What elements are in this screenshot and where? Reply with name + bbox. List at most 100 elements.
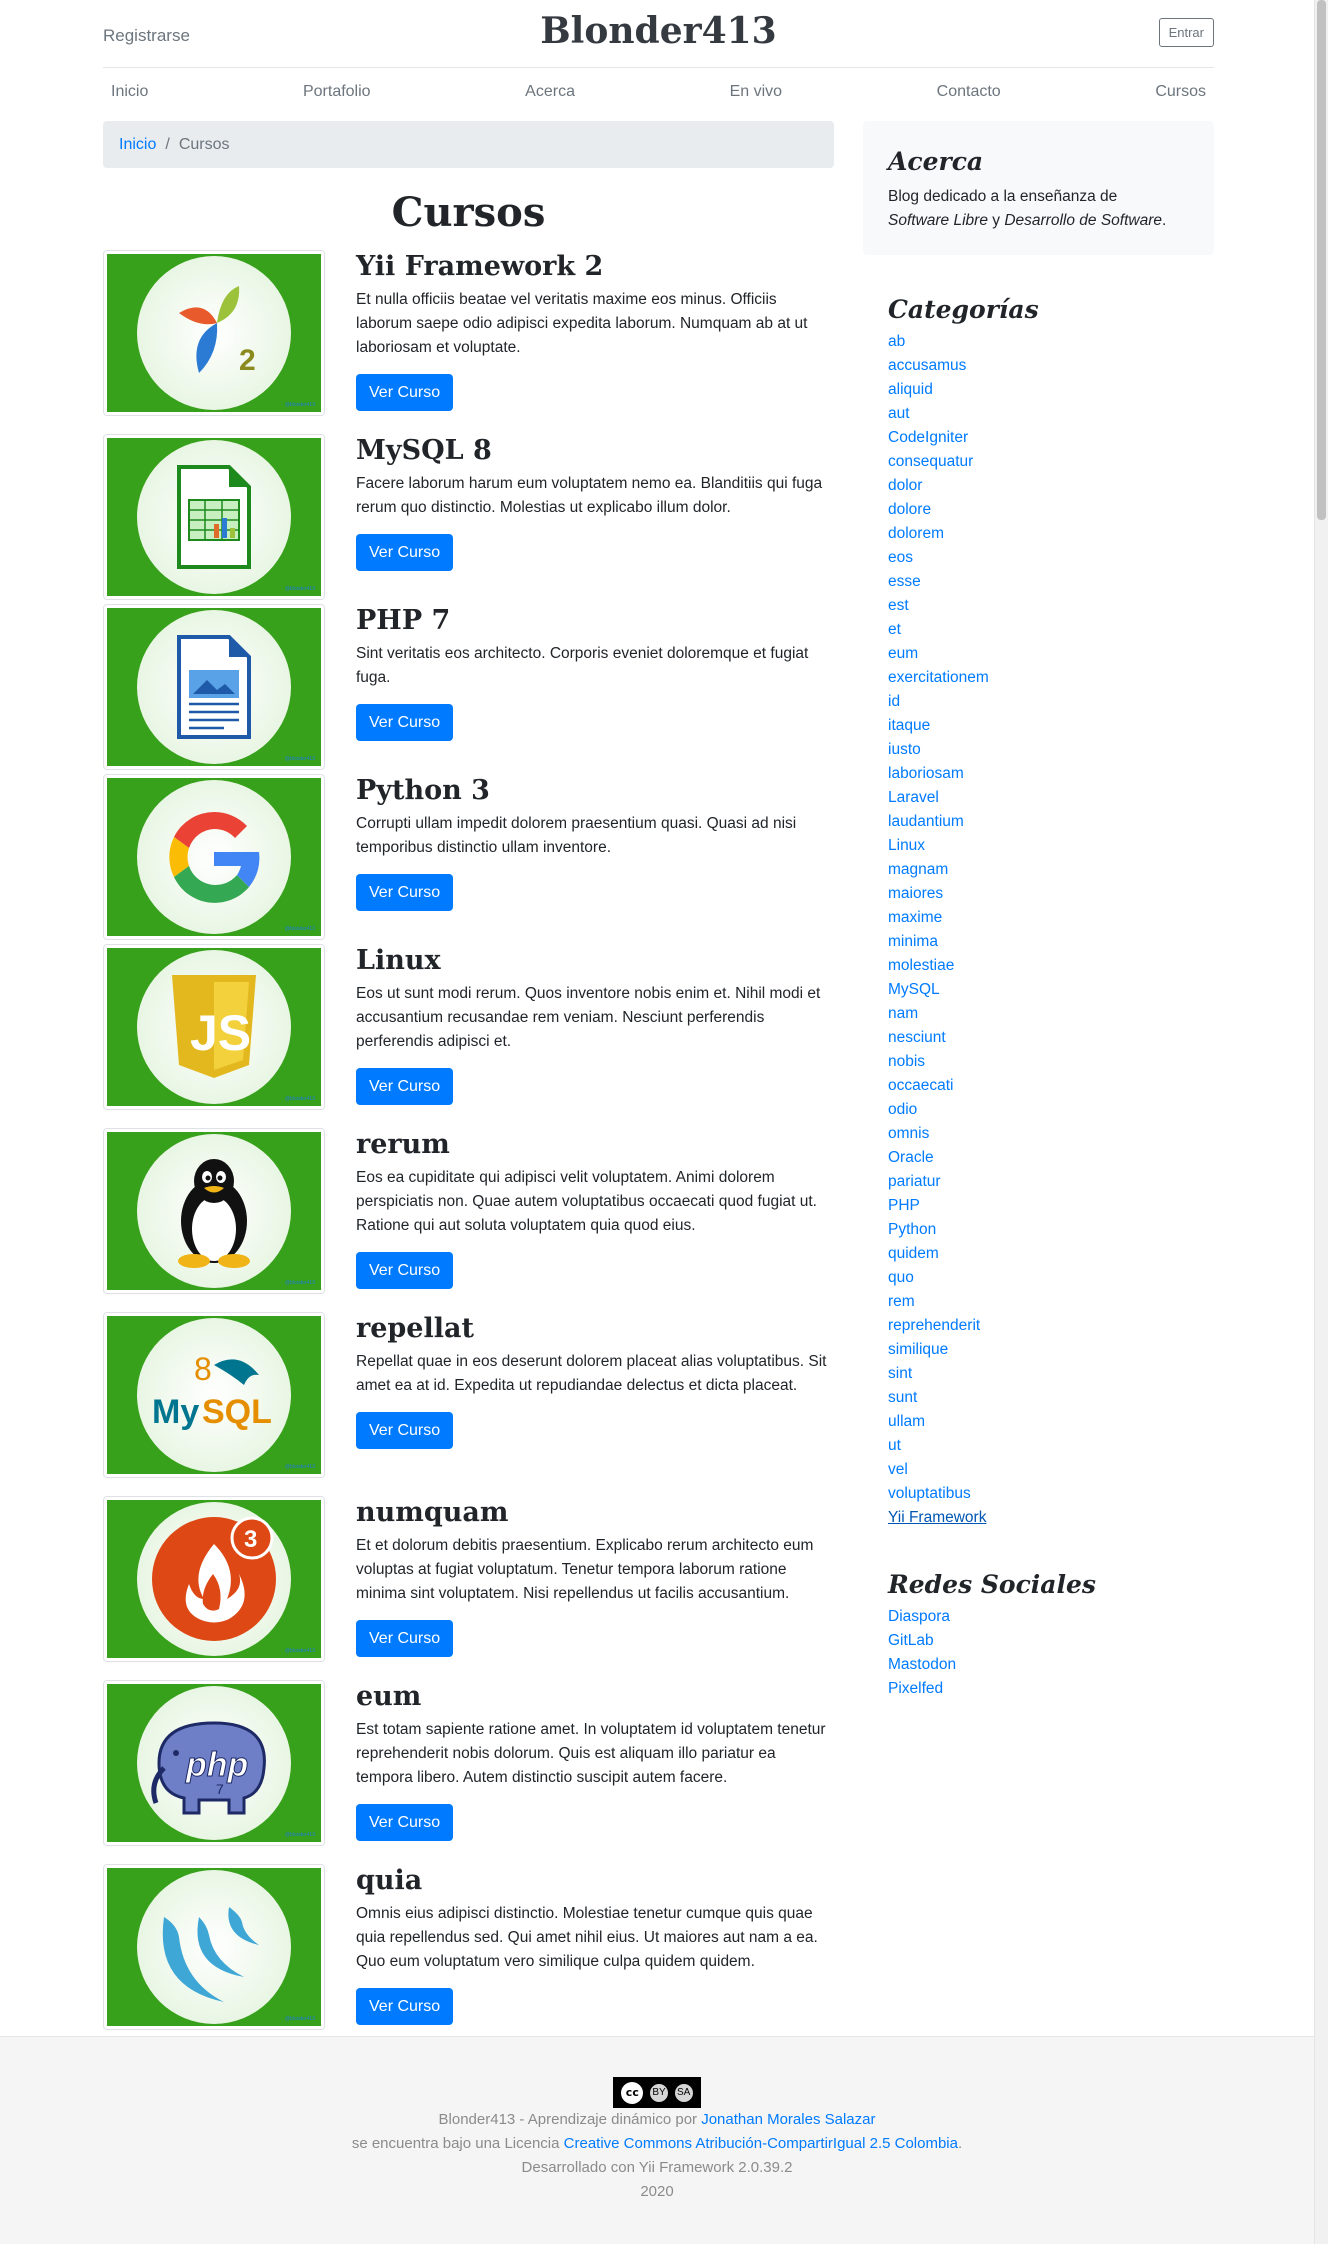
category-link[interactable]: aut: [888, 405, 910, 422]
category-link[interactable]: magnam: [888, 861, 948, 878]
category-link[interactable]: Linux: [888, 837, 925, 854]
nav-cursos[interactable]: Cursos: [1155, 83, 1206, 101]
category-link[interactable]: accusamus: [888, 357, 966, 374]
category-link[interactable]: odio: [888, 1101, 917, 1118]
course-title[interactable]: quia: [356, 1864, 834, 1898]
course-thumbnail[interactable]: php 7 @blonder413: [103, 1680, 325, 1846]
category-link[interactable]: dolor: [888, 477, 922, 494]
course-title[interactable]: Python 3: [356, 774, 834, 808]
social-link[interactable]: GitLab: [888, 1632, 934, 1649]
category-link[interactable]: nam: [888, 1005, 918, 1022]
view-course-button[interactable]: Ver Curso: [356, 1068, 454, 1105]
category-link[interactable]: minima: [888, 933, 938, 950]
category-link[interactable]: omnis: [888, 1125, 929, 1142]
category-link[interactable]: similique: [888, 1341, 948, 1358]
category-link[interactable]: CodeIgniter: [888, 429, 968, 446]
category-link[interactable]: rem: [888, 1293, 915, 1310]
course-title[interactable]: Linux: [356, 944, 834, 978]
category-link[interactable]: PHP: [888, 1197, 920, 1214]
view-course-button[interactable]: Ver Curso: [356, 1988, 454, 2025]
view-course-button[interactable]: Ver Curso: [356, 374, 454, 411]
nav-portafolio[interactable]: Portafolio: [303, 83, 371, 101]
nav-acerca[interactable]: Acerca: [525, 83, 575, 101]
category-link[interactable]: Python: [888, 1221, 936, 1238]
category-link[interactable]: aliquid: [888, 381, 933, 398]
nav-contacto[interactable]: Contacto: [937, 83, 1001, 101]
category-link[interactable]: Yii Framework: [888, 1509, 986, 1526]
breadcrumb-home-link[interactable]: Inicio: [119, 136, 156, 154]
view-course-button[interactable]: Ver Curso: [356, 874, 454, 911]
site-brand[interactable]: Blonder413: [103, 10, 1214, 52]
course-thumbnail[interactable]: 8 My SQL @blonder413: [103, 1312, 325, 1478]
category-link[interactable]: sint: [888, 1365, 912, 1382]
nav-inicio[interactable]: Inicio: [111, 83, 148, 101]
category-link[interactable]: exercitationem: [888, 669, 989, 686]
view-course-button[interactable]: Ver Curso: [356, 704, 454, 741]
social-link[interactable]: Mastodon: [888, 1656, 956, 1673]
course-title[interactable]: eum: [356, 1680, 834, 1714]
license-link[interactable]: Creative Commons Atribución-CompartirIgu…: [564, 2135, 958, 2152]
view-course-button[interactable]: Ver Curso: [356, 1252, 454, 1289]
category-link[interactable]: et: [888, 621, 901, 638]
social-link[interactable]: Diaspora: [888, 1608, 950, 1625]
category-link[interactable]: laudantium: [888, 813, 964, 830]
course-thumbnail[interactable]: JS @blonder413: [103, 944, 325, 1110]
category-link[interactable]: quidem: [888, 1245, 939, 1262]
course-thumbnail[interactable]: @blonder413: [103, 434, 325, 600]
category-link[interactable]: vel: [888, 1461, 908, 1478]
cc-license-badge[interactable]: cc BY SA: [613, 2077, 701, 2108]
nav-en-vivo[interactable]: En vivo: [730, 83, 782, 101]
category-link[interactable]: ullam: [888, 1413, 925, 1430]
category-link[interactable]: iusto: [888, 741, 921, 758]
course-thumbnail[interactable]: @blonder413: [103, 774, 325, 940]
category-link[interactable]: ab: [888, 333, 905, 350]
course-thumbnail[interactable]: 3 @blonder413: [103, 1496, 325, 1662]
category-link[interactable]: esse: [888, 573, 921, 590]
category-link[interactable]: eos: [888, 549, 913, 566]
scrollbar-thumb[interactable]: [1317, 0, 1326, 520]
view-course-button[interactable]: Ver Curso: [356, 1412, 454, 1449]
category-link[interactable]: dolore: [888, 501, 931, 518]
category-link[interactable]: reprehenderit: [888, 1317, 980, 1334]
category-link[interactable]: Laravel: [888, 789, 939, 806]
login-button[interactable]: Entrar: [1158, 18, 1214, 47]
category-link[interactable]: dolorem: [888, 525, 944, 542]
category-link[interactable]: eum: [888, 645, 918, 662]
category-link[interactable]: MySQL: [888, 981, 940, 998]
category-link[interactable]: est: [888, 597, 909, 614]
category-link[interactable]: pariatur: [888, 1173, 941, 1190]
footer-text: se encuentra bajo una Licencia: [351, 2135, 564, 2152]
course-title[interactable]: PHP 7: [356, 604, 834, 638]
category-link[interactable]: maiores: [888, 885, 943, 902]
category-link[interactable]: ut: [888, 1437, 901, 1454]
view-course-button[interactable]: Ver Curso: [356, 1620, 454, 1657]
category-link[interactable]: maxime: [888, 909, 942, 926]
category-link[interactable]: molestiae: [888, 957, 954, 974]
course-thumbnail[interactable]: @blonder413: [103, 1864, 325, 2030]
category-link[interactable]: itaque: [888, 717, 930, 734]
social-link[interactable]: Pixelfed: [888, 1680, 943, 1697]
category-link[interactable]: laboriosam: [888, 765, 964, 782]
course-thumbnail[interactable]: @blonder413: [103, 1128, 325, 1294]
category-link[interactable]: voluptatibus: [888, 1485, 971, 1502]
course-thumbnail[interactable]: @blonder413: [103, 604, 325, 770]
course-title[interactable]: numquam: [356, 1496, 834, 1530]
course-title[interactable]: repellat: [356, 1312, 834, 1346]
course-thumbnail[interactable]: 2 @blonder413: [103, 250, 325, 416]
category-link[interactable]: id: [888, 693, 900, 710]
course-title[interactable]: rerum: [356, 1128, 834, 1162]
category-link[interactable]: quo: [888, 1269, 914, 1286]
course-title[interactable]: Yii Framework 2: [356, 250, 834, 284]
about-em-free-software: Software Libre: [888, 212, 988, 229]
author-link[interactable]: Jonathan Morales Salazar: [701, 2111, 875, 2128]
page-scrollbar[interactable]: [1314, 0, 1328, 2244]
category-link[interactable]: Oracle: [888, 1149, 934, 1166]
category-link[interactable]: consequatur: [888, 453, 973, 470]
category-link[interactable]: nobis: [888, 1053, 925, 1070]
course-title[interactable]: MySQL 8: [356, 434, 834, 468]
category-link[interactable]: occaecati: [888, 1077, 953, 1094]
view-course-button[interactable]: Ver Curso: [356, 534, 454, 571]
category-link[interactable]: nesciunt: [888, 1029, 946, 1046]
view-course-button[interactable]: Ver Curso: [356, 1804, 454, 1841]
category-link[interactable]: sunt: [888, 1389, 917, 1406]
